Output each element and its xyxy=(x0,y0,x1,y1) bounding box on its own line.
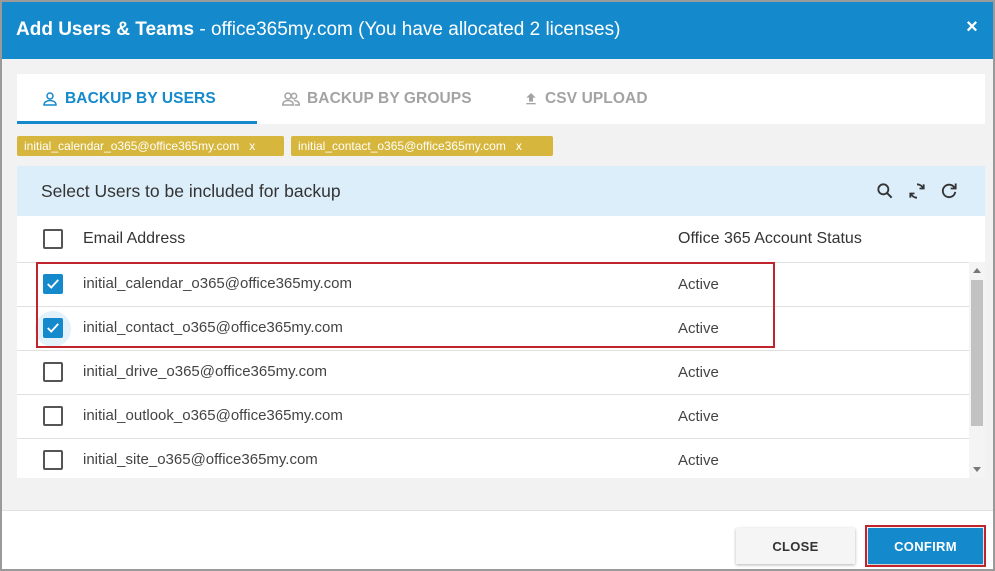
row-email: initial_drive_o365@office365my.com xyxy=(83,363,327,380)
dialog-titlebar: Add Users & Teams - office365my.com (You… xyxy=(2,2,993,59)
table-row[interactable]: initial_calendar_o365@office365my.com Ac… xyxy=(17,262,969,306)
dialog-footer: CLOSE CONFIRM xyxy=(2,510,993,569)
confirm-button[interactable]: CONFIRM xyxy=(868,528,983,564)
column-header-status: Office 365 Account Status xyxy=(678,230,862,247)
panel-title: Select Users to be included for backup xyxy=(41,181,341,201)
row-status: Active xyxy=(678,408,719,425)
scroll-down-arrow-icon[interactable] xyxy=(973,467,981,472)
row-checkbox[interactable] xyxy=(43,362,63,382)
active-tab-indicator xyxy=(17,121,257,124)
table-row[interactable]: initial_contact_o365@office365my.com Act… xyxy=(17,306,969,350)
group-icon xyxy=(281,92,301,106)
row-status: Active xyxy=(678,320,719,337)
close-button[interactable]: CLOSE xyxy=(736,528,855,564)
tab-label: CSV UPLOAD xyxy=(545,90,648,107)
scroll-thumb[interactable] xyxy=(971,280,983,426)
select-all-checkbox[interactable] xyxy=(43,229,63,249)
row-checkbox[interactable] xyxy=(43,406,63,426)
selected-user-chip: initial_contact_o365@office365my.com x xyxy=(291,136,553,156)
table-row[interactable]: initial_site_o365@office365my.com Active xyxy=(17,438,969,478)
table-header: Email Address Office 365 Account Status xyxy=(17,216,985,262)
tab-backup-by-users[interactable]: BACKUP BY USERS xyxy=(41,74,216,124)
row-status: Active xyxy=(678,452,719,469)
tab-csv-upload[interactable]: CSV UPLOAD xyxy=(523,74,648,124)
row-email: initial_contact_o365@office365my.com xyxy=(83,319,343,336)
user-selection-panel: Select Users to be included for backup E… xyxy=(17,166,985,478)
add-users-dialog: Add Users & Teams - office365my.com (You… xyxy=(0,0,995,571)
row-email: initial_calendar_o365@office365my.com xyxy=(83,275,352,292)
checkmark-icon xyxy=(47,279,59,289)
checkmark-icon xyxy=(47,323,59,333)
user-icon xyxy=(43,92,57,106)
row-checkbox[interactable] xyxy=(43,450,63,470)
dialog-title: Add Users & Teams - office365my.com (You… xyxy=(16,19,621,40)
row-email: initial_site_o365@office365my.com xyxy=(83,451,318,468)
row-checkbox[interactable] xyxy=(43,274,63,294)
selected-user-chip: initial_calendar_o365@office365my.com x xyxy=(17,136,284,156)
tab-label: BACKUP BY GROUPS xyxy=(307,90,472,107)
table-scrollbar[interactable] xyxy=(969,262,985,478)
column-header-email: Email Address xyxy=(83,230,186,247)
row-email: initial_outlook_o365@office365my.com xyxy=(83,407,343,424)
row-checkbox[interactable] xyxy=(43,318,63,338)
tab-backup-by-groups[interactable]: BACKUP BY GROUPS xyxy=(281,74,472,124)
tab-bar: BACKUP BY USERS BACKUP BY GROUPS CSV UPL… xyxy=(17,74,985,124)
row-status: Active xyxy=(678,364,719,381)
tab-label: BACKUP BY USERS xyxy=(65,90,216,107)
sync-icon[interactable] xyxy=(907,181,927,201)
search-icon[interactable] xyxy=(875,181,895,201)
refresh-icon[interactable] xyxy=(939,181,959,201)
row-status: Active xyxy=(678,276,719,293)
table-row[interactable]: initial_drive_o365@office365my.com Activ… xyxy=(17,350,969,394)
scroll-up-arrow-icon[interactable] xyxy=(973,268,981,273)
chip-remove-button[interactable]: x xyxy=(249,139,255,153)
panel-header: Select Users to be included for backup xyxy=(17,166,985,216)
close-icon[interactable]: × xyxy=(961,16,983,38)
chip-remove-button[interactable]: x xyxy=(516,139,522,153)
table-row[interactable]: initial_outlook_o365@office365my.com Act… xyxy=(17,394,969,438)
upload-icon xyxy=(526,93,536,105)
